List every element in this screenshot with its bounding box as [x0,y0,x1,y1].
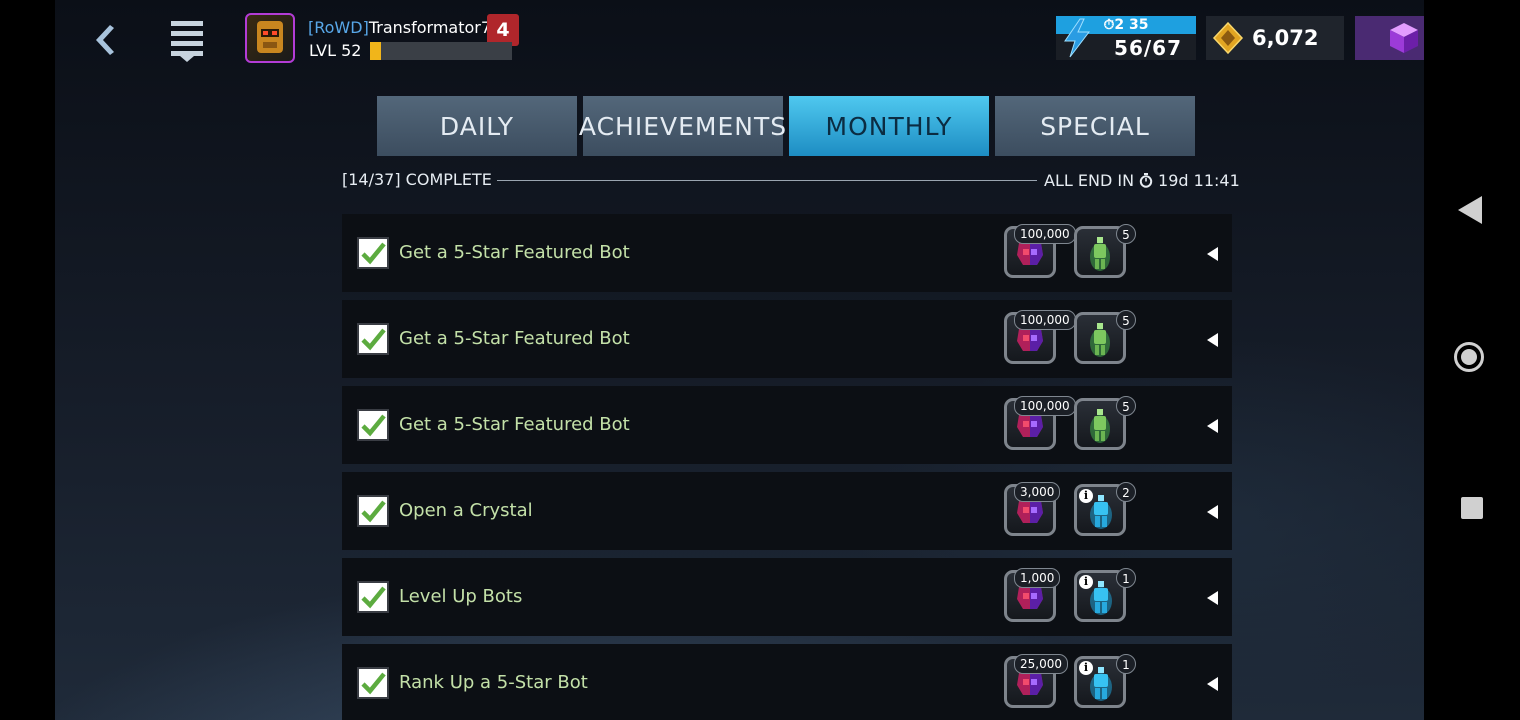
player-avatar[interactable] [245,13,295,63]
mission-row[interactable]: Get a 5-Star Featured Bot 100,000 5 [342,214,1232,292]
system-back-icon[interactable] [1458,196,1482,224]
xp-progress-bar [370,42,512,60]
tab-daily[interactable]: DAILY [377,96,577,156]
info-icon[interactable]: i [1079,661,1093,675]
end-timer-value: 19d 11:41 [1158,171,1240,190]
completed-checkbox [357,667,389,699]
expand-arrow-icon[interactable] [1207,333,1218,347]
reward-shard-amount: 1,000 [1014,568,1061,588]
menu-button[interactable] [165,18,209,64]
mission-row[interactable]: Get a 5-Star Featured Bot 100,000 5 [342,386,1232,464]
reward-bot-count: 5 [1116,310,1136,330]
xp-progress-fill [370,42,382,60]
energy-counter[interactable]: ⏱2 35 56/67 [1056,16,1196,60]
purple-cube-icon [1390,23,1418,53]
reward-shard-amount: 100,000 [1014,396,1076,416]
mission-row[interactable]: Rank Up a 5-Star Bot 25,000 i 1 [342,644,1232,720]
bot-portrait-icon [257,21,283,53]
energy-timer-value: 2 35 [1114,17,1149,33]
completed-checkbox [357,409,389,441]
lightning-icon [1064,18,1091,58]
reward-shard-amount: 25,000 [1014,654,1068,674]
info-icon[interactable]: i [1079,489,1093,503]
gold-counter[interactable]: 6,072 [1206,16,1344,60]
completed-checkbox [357,495,389,527]
player-level: LVL 52 [309,41,362,60]
header-divider [497,180,1037,181]
back-button[interactable] [83,20,123,60]
reward-bot-count: 5 [1116,396,1136,416]
reward-shard-amount: 100,000 [1014,224,1076,244]
system-home-icon[interactable] [1454,342,1484,372]
mission-title: Get a 5-Star Featured Bot [399,414,630,435]
tab-special[interactable]: SPECIAL [995,96,1195,156]
checkmark-icon [361,328,386,351]
mission-title: Get a 5-Star Featured Bot [399,242,630,263]
mission-title: Get a 5-Star Featured Bot [399,328,630,349]
completion-progress: [14/37] COMPLETE [342,170,492,189]
mission-row[interactable]: Level Up Bots 1,000 i 1 [342,558,1232,636]
checkmark-icon [361,586,386,609]
end-timer-prefix: ALL END IN [1044,171,1135,190]
expand-arrow-icon[interactable] [1207,419,1218,433]
mission-row[interactable]: Open a Crystal 3,000 i 2 [342,472,1232,550]
mission-title: Open a Crystal [399,500,533,521]
expand-arrow-icon[interactable] [1207,677,1218,691]
reward-shard-amount: 3,000 [1014,482,1061,502]
reward-bot-count: 1 [1116,654,1136,674]
player-name: Transformator79 [368,18,502,37]
alliance-tag: [RoWD] [308,18,369,37]
mission-row[interactable]: Get a 5-Star Featured Bot 100,000 5 [342,300,1232,378]
gold-coin-icon [1212,22,1244,54]
tab-achievements[interactable]: ACHIEVEMENTS [579,96,786,156]
hamburger-menu-icon [171,21,203,62]
completed-checkbox [357,323,389,355]
expand-arrow-icon[interactable] [1207,247,1218,261]
checkmark-icon [361,414,386,437]
energy-value: 56/67 [1114,36,1182,60]
tab-monthly[interactable]: MONTHLY [789,96,989,156]
system-recents-icon[interactable] [1461,497,1483,519]
mission-title: Rank Up a 5-Star Bot [399,672,588,693]
reward-bot-count: 1 [1116,568,1136,588]
game-screen: [RoWD]Transformator79 4 LVL 52 ⏱2 35 56/… [55,0,1424,720]
expand-arrow-icon[interactable] [1207,505,1218,519]
premium-crystal-counter[interactable]: 14 [1355,16,1424,60]
reward-shard-amount: 100,000 [1014,310,1076,330]
completed-checkbox [357,581,389,613]
info-icon[interactable]: i [1079,575,1093,589]
reward-bot-count: 2 [1116,482,1136,502]
reward-bot-count: 5 [1116,224,1136,244]
completed-checkbox [357,237,389,269]
checkmark-icon [361,672,386,695]
checkmark-icon [361,500,386,523]
player-name-line: [RoWD]Transformator79 [308,18,501,37]
chevron-left-icon [96,25,114,55]
gold-value: 6,072 [1252,26,1319,50]
stopwatch-icon [1139,173,1153,188]
mission-title: Level Up Bots [399,586,523,607]
expand-arrow-icon[interactable] [1207,591,1218,605]
checkmark-icon [361,242,386,265]
end-timer: ALL END IN 19d 11:41 [1044,171,1240,190]
